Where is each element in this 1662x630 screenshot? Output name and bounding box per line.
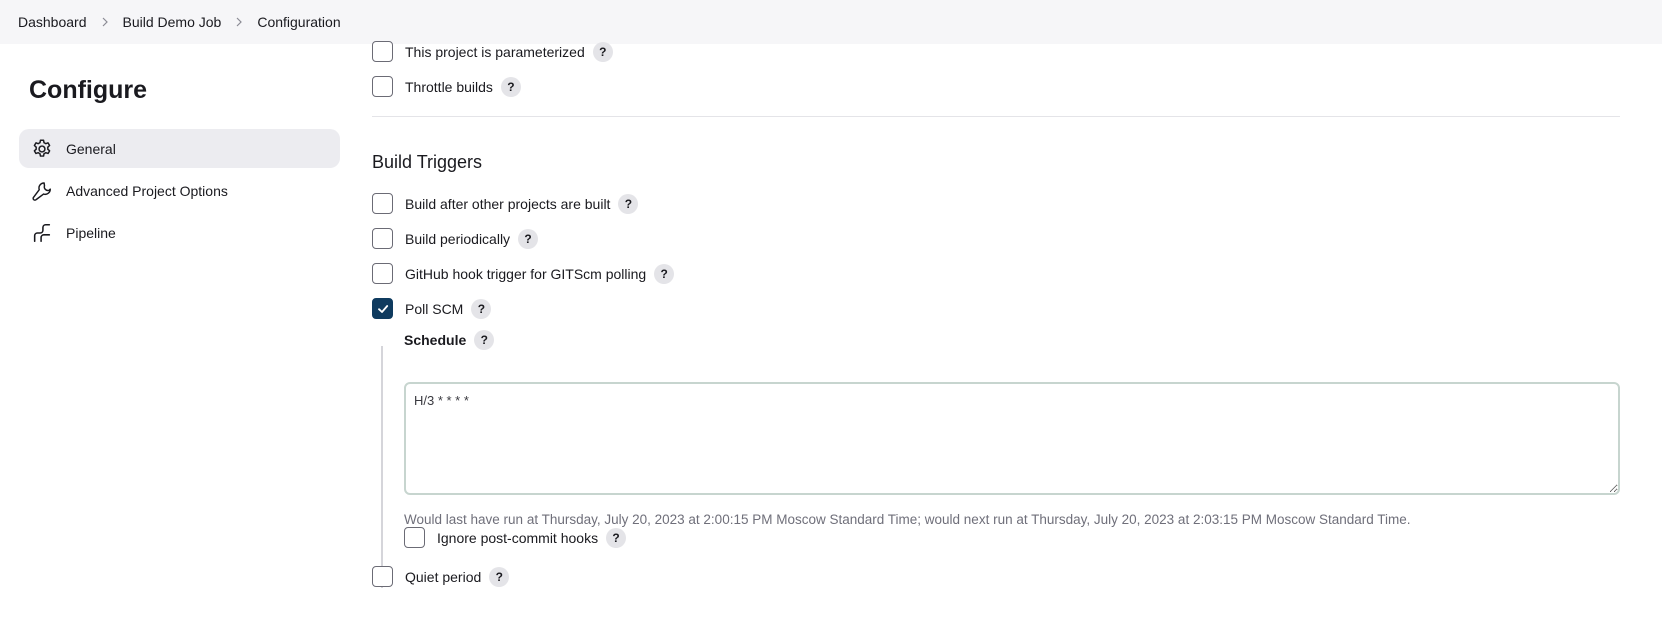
breadcrumb: Dashboard Build Demo Job Configuration — [0, 0, 1662, 44]
throttle-builds-checkbox[interactable] — [372, 76, 393, 97]
sidebar-item-general[interactable]: General — [19, 129, 340, 168]
sidebar-item-label: Advanced Project Options — [66, 182, 228, 199]
chevron-right-icon — [100, 17, 110, 27]
option-label: Build periodically — [405, 230, 511, 247]
option-label: Quiet period — [405, 568, 482, 585]
build-periodically-checkbox[interactable] — [372, 228, 393, 249]
chevron-right-icon — [234, 17, 244, 27]
option-label: Poll SCM — [405, 300, 464, 317]
build-after-other-checkbox[interactable] — [372, 193, 393, 214]
sidebar: Configure General Advanced Project Optio… — [0, 44, 350, 630]
help-icon[interactable]: ? — [606, 527, 627, 548]
schedule-description: Would last have run at Thursday, July 20… — [404, 512, 1411, 527]
section-title-build-triggers: Build Triggers — [372, 152, 483, 172]
sidebar-item-label: General — [66, 140, 116, 157]
trigger-poll-scm: Poll SCM ? — [372, 298, 492, 319]
sidebar-item-pipeline[interactable]: Pipeline — [19, 213, 340, 252]
help-icon[interactable]: ? — [489, 566, 510, 587]
gear-icon — [31, 138, 53, 160]
option-parameterized: This project is parameterized ? — [372, 41, 613, 62]
config-form: This project is parameterized ? Throttle… — [372, 41, 1662, 630]
option-quiet-period: Quiet period ? — [372, 566, 510, 587]
sidebar-item-label: Pipeline — [66, 224, 116, 241]
option-label: Build after other projects are built — [405, 195, 611, 212]
breadcrumb-configuration[interactable]: Configuration — [257, 14, 340, 30]
option-label: GitHub hook trigger for GITScm polling — [405, 265, 647, 282]
option-throttle-builds: Throttle builds ? — [372, 76, 521, 97]
help-icon[interactable]: ? — [592, 41, 613, 62]
parameterized-checkbox[interactable] — [372, 41, 393, 62]
breadcrumb-dashboard[interactable]: Dashboard — [18, 14, 87, 30]
breadcrumb-build-demo-job[interactable]: Build Demo Job — [123, 14, 222, 30]
help-icon[interactable]: ? — [474, 330, 495, 350]
quiet-period-checkbox[interactable] — [372, 566, 393, 587]
help-icon[interactable]: ? — [654, 263, 675, 284]
trigger-build-periodically: Build periodically ? — [372, 228, 539, 249]
ignore-hooks-checkbox[interactable] — [404, 527, 425, 548]
section-divider — [372, 116, 1620, 117]
option-label: This project is parameterized — [405, 43, 585, 60]
checkmark-icon — [377, 304, 388, 313]
schedule-label: Schedule ? — [404, 330, 495, 350]
help-icon[interactable]: ? — [471, 298, 492, 319]
page-title: Configure — [29, 76, 148, 104]
help-icon[interactable]: ? — [500, 76, 521, 97]
option-label: Throttle builds — [405, 78, 493, 95]
github-hook-checkbox[interactable] — [372, 263, 393, 284]
option-ignore-post-commit-hooks: Ignore post-commit hooks ? — [404, 527, 627, 548]
trigger-github-hook: GitHub hook trigger for GITScm polling ? — [372, 263, 675, 284]
trigger-build-after-other: Build after other projects are built ? — [372, 193, 639, 214]
help-icon[interactable]: ? — [518, 228, 539, 249]
schedule-label-text: Schedule — [404, 332, 467, 348]
option-label: Ignore post-commit hooks — [437, 529, 599, 546]
sidebar-item-advanced-project-options[interactable]: Advanced Project Options — [19, 171, 340, 210]
schedule-input[interactable]: H/3 * * * * — [404, 382, 1620, 495]
nested-section-bar — [381, 346, 383, 588]
help-icon[interactable]: ? — [618, 193, 639, 214]
wrench-icon — [31, 180, 53, 202]
pipeline-icon — [31, 222, 53, 244]
poll-scm-checkbox[interactable] — [372, 298, 393, 319]
